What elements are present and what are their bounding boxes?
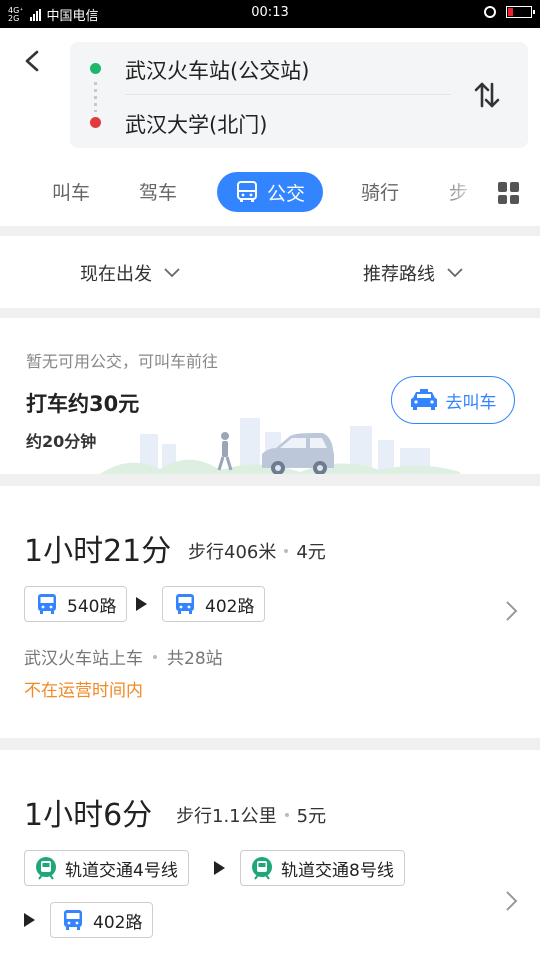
destination-field[interactable]: 武汉大学(北门) (125, 109, 267, 139)
route-meta: 步行406米 4元 (188, 538, 326, 564)
taxi-price: 打车约30元 (26, 392, 140, 416)
call-taxi-label: 去叫车 (445, 392, 497, 413)
tab-call-car[interactable]: 叫车 (52, 178, 90, 205)
status-bar: 4G⁺ 2G 中国电信 00:13 (0, 0, 540, 28)
bus-line-label: 402路 (93, 912, 143, 933)
separator-dot (153, 654, 157, 659)
destination-dot-icon (90, 117, 101, 128)
chevron-down-icon (447, 268, 463, 278)
metro-icon (252, 857, 272, 880)
boarding-info: 武汉火车站上车 共28站 (24, 644, 223, 669)
route-duration: 1小时21分 (24, 534, 172, 569)
metro-icon (36, 857, 56, 880)
tab-bus-label: 公交 (266, 182, 305, 205)
filter-bar: 现在出发 推荐路线 (0, 236, 540, 308)
metro-line-chip: 轨道交通8号线 (240, 850, 405, 886)
transport-tabs: 叫车 驾车 公交 骑行 步 (0, 170, 540, 220)
tab-drive[interactable]: 驾车 (139, 178, 177, 205)
separator-dot (284, 813, 289, 817)
no-bus-note: 暂无可用公交，可叫车前往 (26, 352, 219, 371)
stop-count: 共28站 (167, 649, 223, 669)
route-fare: 5元 (296, 806, 327, 827)
battery-icon (506, 6, 535, 18)
taxi-icon (410, 389, 437, 410)
taxi-duration: 约20分钟 (26, 432, 97, 451)
route-duration: 1小时6分 (24, 798, 153, 833)
bus-line-chip: 402路 (50, 902, 154, 938)
depart-time-label: 现在出发 (80, 264, 152, 285)
transfer-arrow-icon (136, 597, 147, 611)
route-option-card[interactable]: 1小时6分 步行1.1公里 5元 轨道交通4号线 轨道交通8号线 402路 (0, 750, 540, 960)
grid-menu-icon[interactable] (498, 182, 520, 204)
separator-dot (284, 549, 289, 553)
status-time: 00:13 (251, 5, 289, 20)
route-sort-filter[interactable]: 推荐路线 (363, 260, 463, 286)
tab-bus[interactable]: 公交 (217, 172, 323, 212)
bus-line-chip: 540路 (24, 586, 128, 622)
route-option-card[interactable]: 1小时21分 步行406米 4元 540路 402路 武汉火车站上车 共28站 … (0, 486, 540, 738)
metro-line-chip: 轨道交通4号线 (24, 850, 189, 886)
chevron-right-icon (506, 601, 518, 621)
bus-icon (64, 910, 82, 930)
chevron-right-icon (506, 891, 518, 911)
bus-line-label: 402路 (205, 596, 255, 617)
origin-field[interactable]: 武汉火车站(公交站) (125, 55, 309, 85)
route-divider (125, 94, 451, 95)
walk-distance: 步行1.1公里 (176, 806, 277, 827)
transfer-arrow-icon (214, 861, 225, 875)
boarding-station: 武汉火车站上车 (24, 649, 143, 669)
origin-dot-icon (90, 63, 101, 74)
route-fare: 4元 (296, 542, 326, 563)
metro-line-label: 轨道交通4号线 (65, 860, 178, 881)
status-right (484, 6, 535, 18)
bus-icon (38, 594, 56, 614)
chevron-down-icon (164, 268, 180, 278)
back-arrow-icon[interactable] (22, 50, 44, 72)
route-meta: 步行1.1公里 5元 (176, 802, 326, 828)
taxi-suggestion-card: 暂无可用公交，可叫车前往 打车约30元 约20分钟 去叫车 (0, 318, 540, 474)
alarm-icon (484, 6, 496, 18)
call-taxi-button[interactable]: 去叫车 (391, 376, 515, 424)
bus-line-chip: 402路 (162, 586, 266, 622)
route-sort-label: 推荐路线 (363, 264, 435, 285)
transfer-arrow-icon (24, 913, 35, 927)
bus-icon (176, 594, 194, 614)
metro-line-label: 轨道交通8号线 (281, 860, 394, 881)
route-header: 武汉火车站(公交站) 武汉大学(北门) 叫车 驾车 公交 骑行 步 (0, 28, 540, 226)
tab-ride[interactable]: 骑行 (361, 178, 399, 205)
swap-icon[interactable] (472, 80, 502, 110)
route-connector (94, 82, 97, 112)
bus-icon (236, 181, 257, 202)
bus-line-label: 540路 (67, 596, 117, 617)
walk-distance: 步行406米 (188, 542, 277, 563)
service-warning: 不在运营时间内 (24, 681, 143, 701)
depart-time-filter[interactable]: 现在出发 (80, 260, 180, 286)
tabs-fade (440, 170, 490, 218)
city-illustration (100, 418, 460, 474)
route-input-box: 武汉火车站(公交站) 武汉大学(北门) (70, 42, 528, 148)
